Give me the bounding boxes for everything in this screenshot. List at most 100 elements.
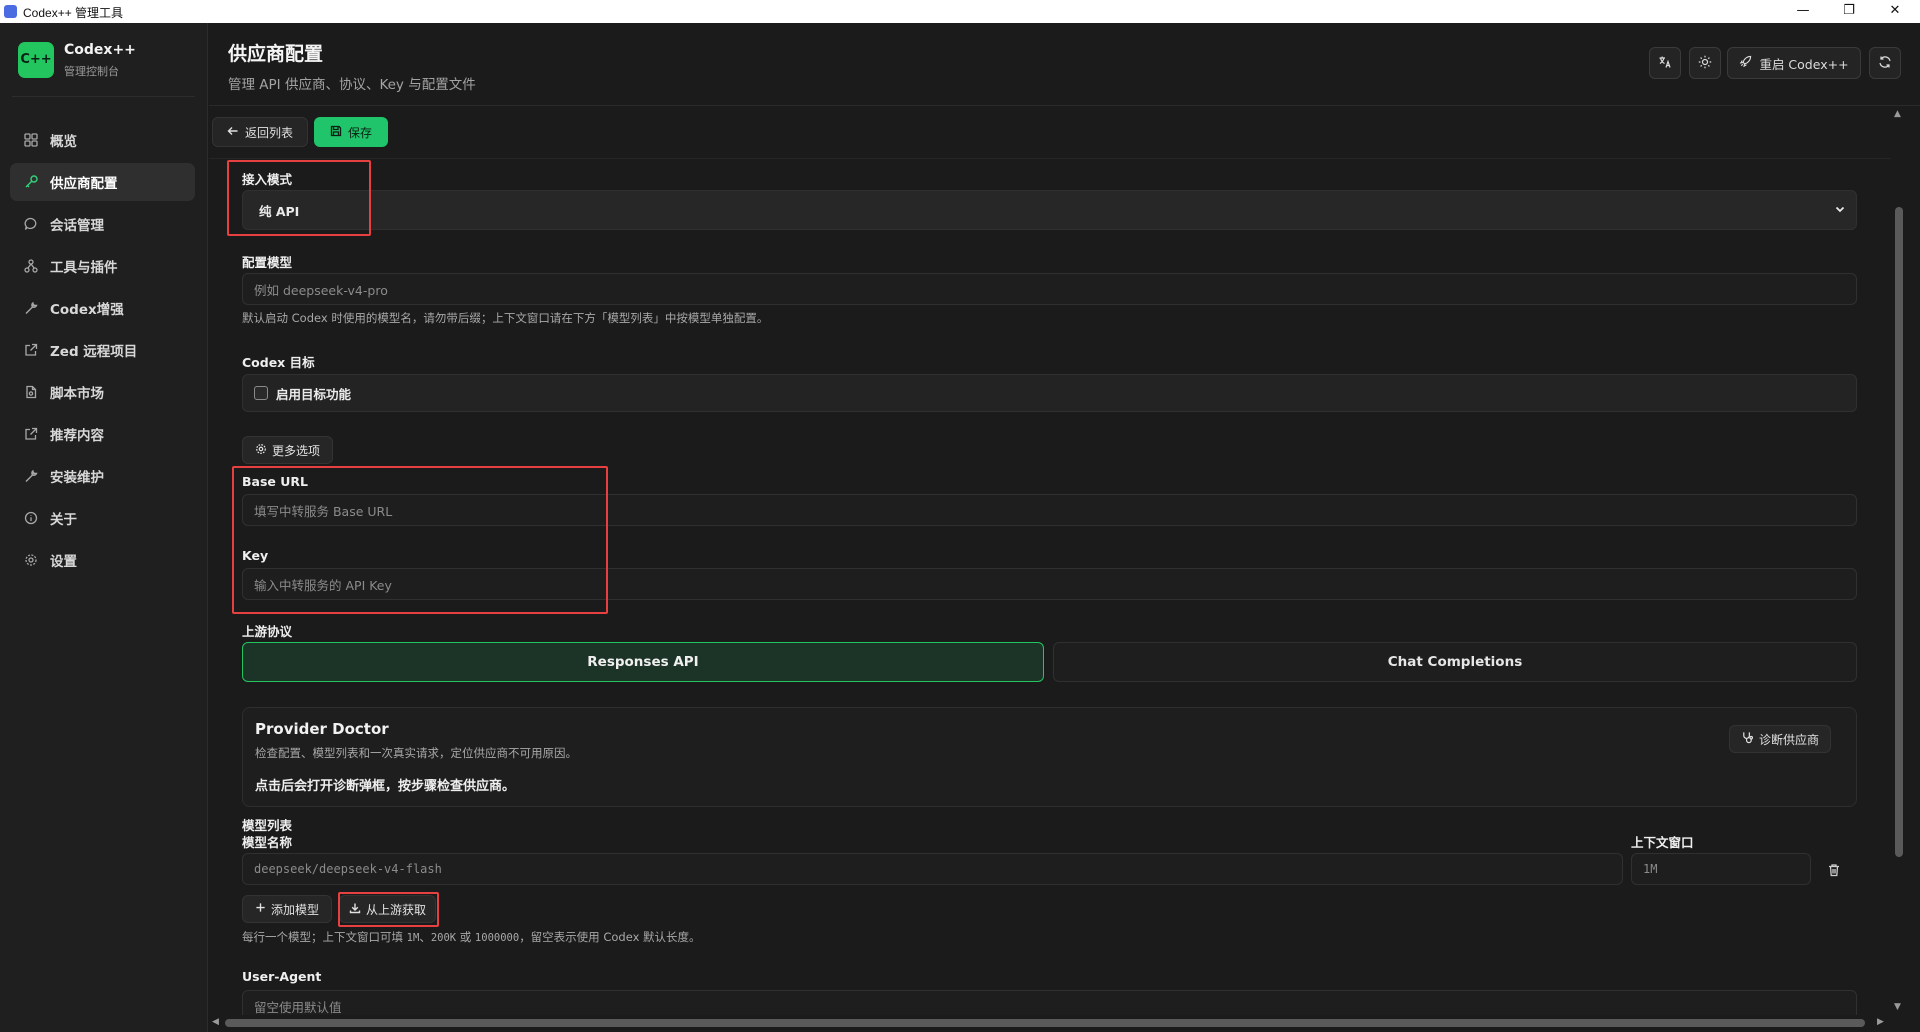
api-key-placeholder: 输入中转服务的 API Key <box>254 577 392 593</box>
save-button[interactable]: 保存 <box>314 117 388 147</box>
model-label: 配置模型 <box>242 255 293 270</box>
sidebar: C++ Codex++ 管理控制台 概览 供应商配置 会话管理 工具与插件 Co… <box>0 23 208 1032</box>
model-list-hint: 每行一个模型；上下文窗口可填 1M、200K 或 1000000，留空表示使用 … <box>242 929 701 945</box>
brand-name: Codex++ <box>64 42 136 58</box>
provider-doctor-card: Provider Doctor 检查配置、模型列表和一次真实请求，定位供应商不可… <box>242 707 1857 807</box>
sidebar-nav: 概览 供应商配置 会话管理 工具与插件 Codex增强 Zed 远程项目 脚本市… <box>10 121 195 583</box>
download-icon <box>349 902 361 917</box>
user-agent-placeholder: 留空使用默认值 <box>254 999 342 1015</box>
protocol-option-responses[interactable]: Responses API <box>242 642 1044 682</box>
theme-toggle-button[interactable] <box>1689 47 1721 79</box>
refresh-button[interactable] <box>1869 47 1901 79</box>
hint-value-200k: 200K <box>430 932 457 944</box>
vertical-scroll-thumb[interactable] <box>1895 207 1903 857</box>
enable-goal-checkbox[interactable] <box>254 386 268 400</box>
base-url-placeholder: 填写中转服务 Base URL <box>254 503 393 519</box>
hint-value-1000000: 1000000 <box>474 932 520 944</box>
chevron-down-icon <box>1834 203 1846 218</box>
base-url-label: Base URL <box>242 474 308 489</box>
scroll-down-icon[interactable]: ▼ <box>1894 1002 1901 1012</box>
fetch-from-upstream-button[interactable]: 从上游获取 <box>339 895 436 923</box>
sidebar-item-settings[interactable]: 设置 <box>10 541 195 579</box>
add-model-button[interactable]: 添加模型 <box>242 895 332 923</box>
plus-icon <box>255 902 266 916</box>
page-subtitle: 管理 API 供应商、协议、Key 与配置文件 <box>228 77 476 93</box>
enable-goal-label: 启用目标功能 <box>276 386 352 402</box>
provider-edit-panel: 返回列表 保存 接入模式 纯 API 配置模型 例如 deepseek-v4-p… <box>209 107 1891 1015</box>
horizontal-scrollbar[interactable]: ◀ ▶ <box>209 1015 1891 1030</box>
model-list-hint-suffix: ，留空表示使用 Codex 默认长度。 <box>519 930 701 944</box>
restore-icon[interactable]: ❐ <box>1826 0 1872 23</box>
page-title: 供应商配置 <box>228 43 324 65</box>
restart-codex-label: 重启 Codex++ <box>1759 56 1849 72</box>
grid-icon <box>24 133 38 147</box>
sidebar-item-label: 设置 <box>50 554 77 570</box>
chat-bubble-icon <box>24 217 38 231</box>
window-title: Codex++ 管理工具 <box>23 6 124 20</box>
sidebar-item-label: 会话管理 <box>50 218 104 234</box>
api-key-input[interactable]: 输入中转服务的 API Key <box>242 568 1857 600</box>
sidebar-item-zed-remote[interactable]: Zed 远程项目 <box>10 331 195 369</box>
protocol-option-chat-completions[interactable]: Chat Completions <box>1053 642 1857 682</box>
sidebar-item-recommended[interactable]: 推荐内容 <box>10 415 195 453</box>
sidebar-item-install-maintain[interactable]: 安装维护 <box>10 457 195 495</box>
rocket-icon <box>1739 55 1752 71</box>
diagnose-provider-button[interactable]: 诊断供应商 <box>1729 725 1831 753</box>
brand-subtitle: 管理控制台 <box>64 65 119 78</box>
external-link-icon <box>24 343 38 357</box>
sidebar-item-label: 脚本市场 <box>50 386 104 402</box>
sidebar-item-tools-plugins[interactable]: 工具与插件 <box>10 247 195 285</box>
access-mode-label: 接入模式 <box>242 172 293 187</box>
back-to-list-button[interactable]: 返回列表 <box>212 117 308 147</box>
brand-logo: C++ <box>18 42 54 78</box>
stethoscope-icon <box>1741 731 1754 747</box>
info-icon <box>24 511 38 525</box>
base-url-input[interactable]: 填写中转服务 Base URL <box>242 494 1857 526</box>
wrench-icon <box>24 469 38 483</box>
protocol-option-label: Chat Completions <box>1387 654 1523 670</box>
provider-doctor-note: 点击后会打开诊断弹框，按步骤检查供应商。 <box>255 779 516 794</box>
sidebar-item-provider-config[interactable]: 供应商配置 <box>10 163 195 201</box>
sidebar-item-overview[interactable]: 概览 <box>10 121 195 159</box>
model-input[interactable]: 例如 deepseek-v4-pro <box>242 273 1857 305</box>
context-window-input[interactable]: 1M <box>1631 853 1811 885</box>
sidebar-item-label: 工具与插件 <box>50 260 118 276</box>
close-icon[interactable]: ✕ <box>1872 0 1918 23</box>
model-name-input[interactable]: deepseek/deepseek-v4-flash <box>242 853 1623 885</box>
restart-codex-button[interactable]: 重启 Codex++ <box>1727 47 1861 79</box>
diagnose-provider-label: 诊断供应商 <box>1758 732 1819 747</box>
user-agent-input[interactable]: 留空使用默认值 <box>242 990 1857 1015</box>
sidebar-item-label: Codex增强 <box>50 302 124 318</box>
window-titlebar: Codex++ 管理工具 — ❐ ✕ <box>0 0 1920 23</box>
access-mode-select[interactable]: 纯 API <box>242 190 1857 230</box>
refresh-icon <box>1878 55 1892 72</box>
context-window-value: 1M <box>1643 862 1658 876</box>
sidebar-item-codex-enhance[interactable]: Codex增强 <box>10 289 195 327</box>
fetch-from-upstream-label: 从上游获取 <box>365 902 426 917</box>
provider-doctor-description: 检查配置、模型列表和一次真实请求，定位供应商不可用原因。 <box>255 746 577 760</box>
more-options-button[interactable]: 更多选项 <box>242 436 333 464</box>
scroll-left-icon[interactable]: ◀ <box>212 1017 219 1027</box>
translate-button[interactable] <box>1649 47 1681 79</box>
gear-icon <box>255 443 267 458</box>
hint-separator-1: 、 <box>419 930 431 944</box>
external-link-icon <box>24 427 38 441</box>
codex-goal-row[interactable]: 启用目标功能 <box>242 374 1857 412</box>
protocol-option-label: Responses API <box>587 654 699 670</box>
provider-doctor-title: Provider Doctor <box>255 720 389 738</box>
user-agent-label: User-Agent <box>242 969 322 984</box>
scroll-right-icon[interactable]: ▶ <box>1877 1017 1884 1027</box>
key-label: Key <box>242 548 269 563</box>
horizontal-scroll-thumb[interactable] <box>225 1019 1865 1027</box>
access-mode-value: 纯 API <box>259 203 300 219</box>
sun-icon <box>1698 55 1712 72</box>
wrench-icon <box>24 301 38 315</box>
vertical-scrollbar[interactable]: ▲ ▼ <box>1891 107 1906 1015</box>
sidebar-item-script-market[interactable]: 脚本市场 <box>10 373 195 411</box>
sidebar-item-sessions[interactable]: 会话管理 <box>10 205 195 243</box>
trash-icon[interactable] <box>1827 862 1841 877</box>
minimize-icon[interactable]: — <box>1780 0 1826 23</box>
sidebar-item-about[interactable]: 关于 <box>10 499 195 537</box>
scroll-up-icon[interactable]: ▲ <box>1894 109 1901 119</box>
sidebar-item-label: 推荐内容 <box>50 428 104 444</box>
